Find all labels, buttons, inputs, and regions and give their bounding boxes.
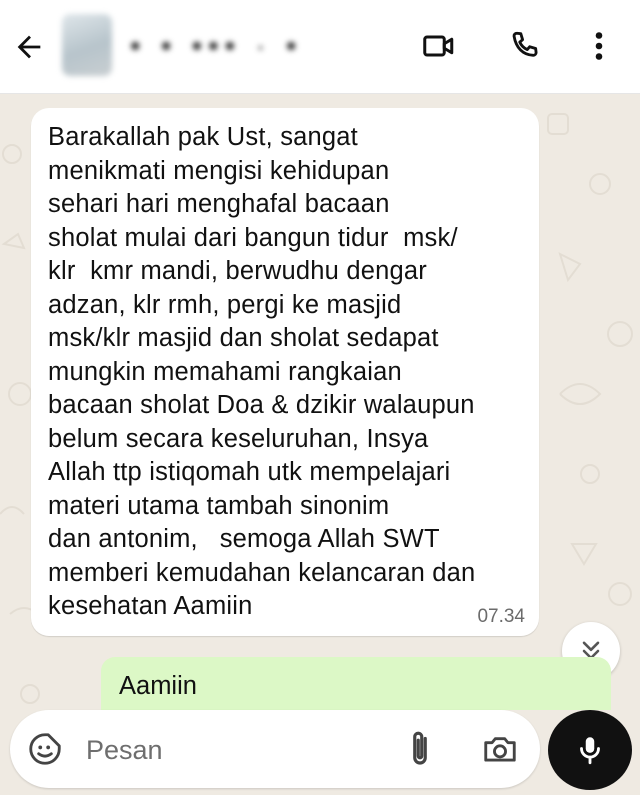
mic-icon	[580, 737, 600, 765]
outgoing-message-bubble[interactable]: Aamiin	[101, 657, 611, 710]
phone-call-icon[interactable]	[506, 28, 544, 64]
message-composer	[10, 710, 540, 788]
message-input[interactable]	[84, 730, 388, 770]
contact-name[interactable]: • • ••• · •	[130, 30, 400, 62]
chat-header: • • ••• · •	[0, 0, 640, 94]
emoji-sticker-icon[interactable]	[26, 730, 64, 768]
incoming-message-bubble[interactable]: Barakallah pak Ust, sangat menikmati men…	[31, 108, 539, 636]
chat-area[interactable]: Barakallah pak Ust, sangat menikmati men…	[0, 94, 640, 710]
attach-icon[interactable]	[404, 728, 436, 770]
incoming-message-text: Barakallah pak Ust, sangat menikmati men…	[48, 123, 476, 620]
voice-record-button[interactable]	[548, 710, 632, 790]
camera-icon[interactable]	[480, 730, 520, 768]
outgoing-message-text: Aamiin	[119, 672, 197, 700]
message-timestamp: 07.34	[477, 606, 525, 627]
contact-avatar[interactable]	[62, 14, 112, 76]
more-options-icon[interactable]	[584, 28, 614, 64]
video-call-icon[interactable]	[420, 28, 458, 64]
back-arrow-icon[interactable]	[12, 30, 46, 64]
